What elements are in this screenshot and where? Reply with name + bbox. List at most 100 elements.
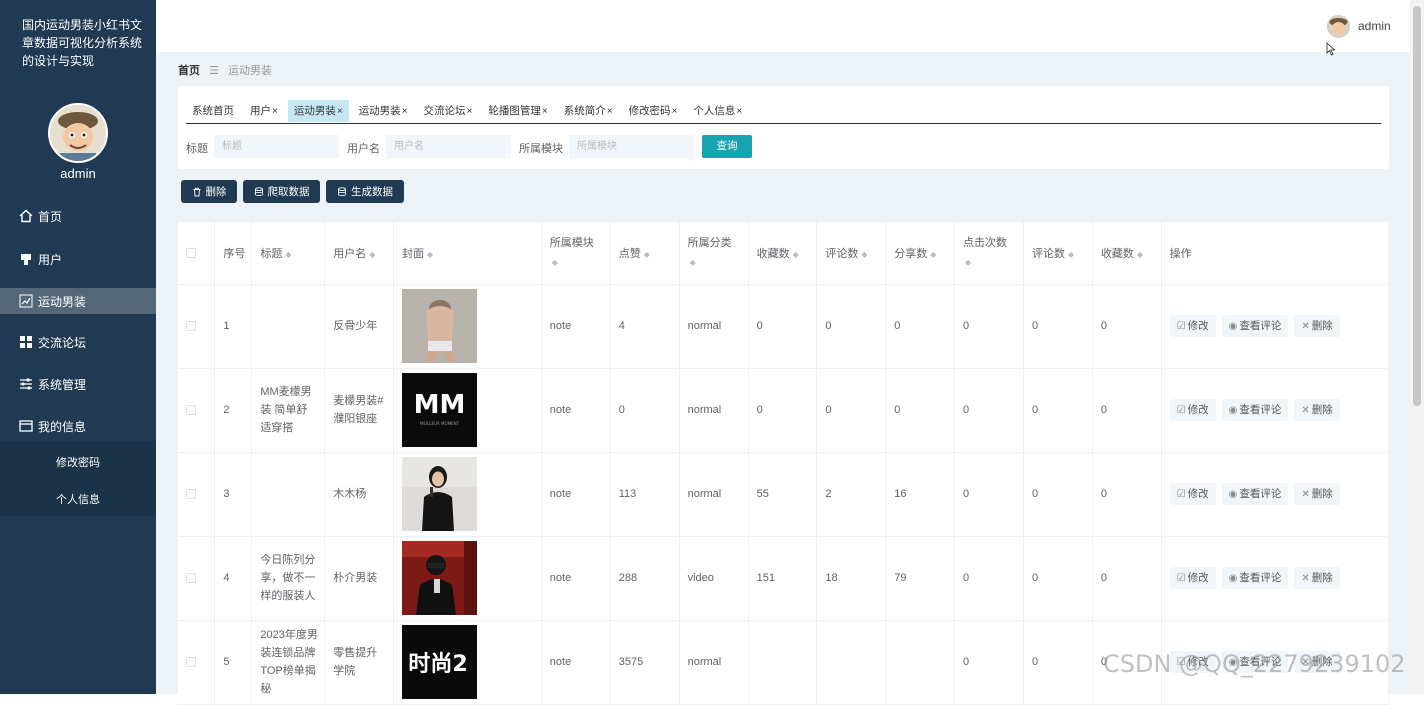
- header-avatar[interactable]: [1327, 15, 1350, 38]
- cover-image[interactable]: [402, 541, 541, 615]
- tab-item[interactable]: 交流论坛×: [418, 100, 479, 122]
- breadcrumb-home[interactable]: 首页: [178, 65, 200, 77]
- tab-item[interactable]: 系统简介×: [558, 100, 619, 122]
- cell-no: 3: [214, 452, 253, 537]
- submenu-item-personal-info[interactable]: 个人信息: [0, 491, 156, 507]
- view-comments-button[interactable]: ◉ 查看评论: [1221, 483, 1289, 505]
- column-header[interactable]: 评论数 ◆: [1023, 222, 1093, 285]
- cell-comments: 2: [816, 452, 887, 537]
- sort-icon[interactable]: ◆: [427, 250, 433, 259]
- crawl-data-button[interactable]: 爬取数据: [243, 180, 320, 203]
- view-comments-button[interactable]: ◉ 查看评论: [1221, 567, 1289, 589]
- title-search-input[interactable]: 标题: [214, 135, 339, 158]
- query-button[interactable]: 查询: [702, 135, 752, 158]
- scrollbar-thumb[interactable]: [1413, 6, 1421, 406]
- header-username[interactable]: admin: [1358, 19, 1391, 33]
- page-scrollbar[interactable]: [1410, 0, 1424, 694]
- cell-cover[interactable]: [393, 284, 542, 369]
- database-icon: [254, 186, 263, 196]
- column-header[interactable]: 评论数 ◆: [816, 222, 887, 285]
- sort-icon[interactable]: ◆: [690, 253, 740, 273]
- column-header[interactable]: 点赞 ◆: [610, 222, 680, 285]
- sort-icon[interactable]: ◆: [793, 250, 799, 259]
- generate-data-button[interactable]: 生成数据: [326, 180, 404, 203]
- module-search-input[interactable]: 所属模块: [569, 135, 694, 158]
- cover-image[interactable]: [402, 457, 541, 531]
- sidebar-item-sportswear[interactable]: 运动男装: [0, 288, 156, 314]
- tab-close-icon[interactable]: ×: [607, 106, 613, 117]
- avatar[interactable]: [48, 103, 108, 163]
- column-header[interactable]: 所属模块 ◆: [541, 222, 611, 285]
- sort-icon[interactable]: ◆: [285, 250, 291, 259]
- tab-item[interactable]: 轮播图管理×: [482, 100, 553, 122]
- sidebar-item-user[interactable]: 用户: [0, 246, 156, 272]
- table-header-row: 序号 标题 ◆ 用户名 ◆ 封面 ◆ 所属模块 ◆ 点赞 ◆ 所属分类 ◆ 收藏数 ◆ 评论数 ◆ 分享数 ◆ 点击次…: [178, 222, 1390, 285]
- sidebar-item-forum[interactable]: 交流论坛: [0, 329, 156, 355]
- delete-row-button[interactable]: ✕ 删除: [1294, 567, 1340, 589]
- edit-button[interactable]: ☑ 修改: [1169, 483, 1216, 505]
- sort-icon[interactable]: ◆: [930, 250, 936, 259]
- database-icon: [338, 186, 346, 196]
- tab-close-icon[interactable]: ×: [736, 106, 742, 117]
- cell-cover[interactable]: [393, 452, 542, 537]
- cell-comments2: 0: [1023, 536, 1093, 621]
- row-select-cell: [178, 620, 216, 705]
- tab-close-icon[interactable]: ×: [337, 106, 343, 117]
- edit-button[interactable]: ☑ 修改: [1169, 315, 1216, 337]
- delete-row-button[interactable]: ✕ 删除: [1294, 399, 1340, 421]
- sort-icon[interactable]: ◆: [369, 250, 375, 259]
- cover-image[interactable]: 时尚2: [402, 625, 541, 699]
- sort-icon[interactable]: ◆: [965, 253, 1015, 273]
- sort-icon[interactable]: ◆: [1137, 250, 1143, 259]
- column-header[interactable]: 标题 ◆: [251, 222, 326, 285]
- column-header[interactable]: 用户名 ◆: [324, 222, 395, 285]
- cell-no: 2: [214, 368, 253, 453]
- view-comments-button[interactable]: ◉ 查看评论: [1221, 399, 1289, 421]
- sidebar-item-my-info[interactable]: 我的信息: [0, 413, 156, 439]
- tab-item[interactable]: 用户×: [244, 100, 284, 122]
- edit-button[interactable]: ☑ 修改: [1169, 567, 1216, 589]
- tab-close-icon[interactable]: ×: [272, 106, 278, 117]
- tab-item[interactable]: 运动男装×: [353, 100, 414, 122]
- tab-item[interactable]: 个人信息×: [687, 100, 748, 122]
- sort-icon[interactable]: ◆: [1068, 250, 1074, 259]
- select-all-checkbox[interactable]: [186, 247, 196, 258]
- tab-close-icon[interactable]: ×: [672, 106, 678, 117]
- tab-close-icon[interactable]: ×: [467, 106, 473, 117]
- tab-item[interactable]: 系统首页: [186, 100, 240, 122]
- column-header[interactable]: 封面 ◆: [393, 222, 542, 285]
- tab-close-icon[interactable]: ×: [542, 106, 548, 117]
- view-comments-button[interactable]: ◉ 查看评论: [1221, 315, 1289, 337]
- column-header[interactable]: 分享数 ◆: [885, 222, 956, 285]
- eye-icon: ◉: [1228, 405, 1238, 416]
- row-checkbox[interactable]: [186, 321, 196, 332]
- cell-cover[interactable]: MM MEILLEUR MOMENT: [393, 368, 542, 453]
- column-header[interactable]: 收藏数 ◆: [748, 222, 818, 285]
- tab-label: 轮播图管理: [488, 105, 541, 117]
- sidebar-item-system[interactable]: 系统管理: [0, 371, 156, 397]
- column-header[interactable]: 收藏数 ◆: [1092, 222, 1162, 285]
- cell-cover[interactable]: [393, 536, 542, 621]
- row-checkbox[interactable]: [186, 405, 196, 416]
- column-header[interactable]: 所属分类 ◆: [679, 222, 749, 285]
- delete-row-button[interactable]: ✕ 删除: [1294, 315, 1340, 337]
- cover-image[interactable]: MM MEILLEUR MOMENT: [402, 373, 541, 447]
- row-checkbox[interactable]: [186, 489, 196, 500]
- username-search-input[interactable]: 用户名: [386, 135, 511, 158]
- column-header[interactable]: 点击次数 ◆: [954, 222, 1024, 285]
- tab-item[interactable]: 修改密码×: [623, 100, 684, 122]
- tab-close-icon[interactable]: ×: [402, 106, 408, 117]
- tab-item[interactable]: 运动男装×: [287, 100, 349, 122]
- sort-icon[interactable]: ◆: [552, 253, 602, 273]
- edit-button[interactable]: ☑ 修改: [1169, 399, 1216, 421]
- delete-button[interactable]: 删除: [181, 180, 237, 203]
- sidebar-item-home[interactable]: 首页: [0, 203, 156, 229]
- row-checkbox[interactable]: [186, 657, 196, 668]
- cell-cover[interactable]: 时尚2: [393, 620, 542, 705]
- cover-image[interactable]: [402, 289, 541, 363]
- submenu-item-change-password[interactable]: 修改密码: [0, 454, 156, 470]
- sort-icon[interactable]: ◆: [644, 250, 650, 259]
- delete-row-button[interactable]: ✕ 删除: [1294, 483, 1340, 505]
- sort-icon[interactable]: ◆: [861, 250, 867, 259]
- row-checkbox[interactable]: [186, 573, 196, 584]
